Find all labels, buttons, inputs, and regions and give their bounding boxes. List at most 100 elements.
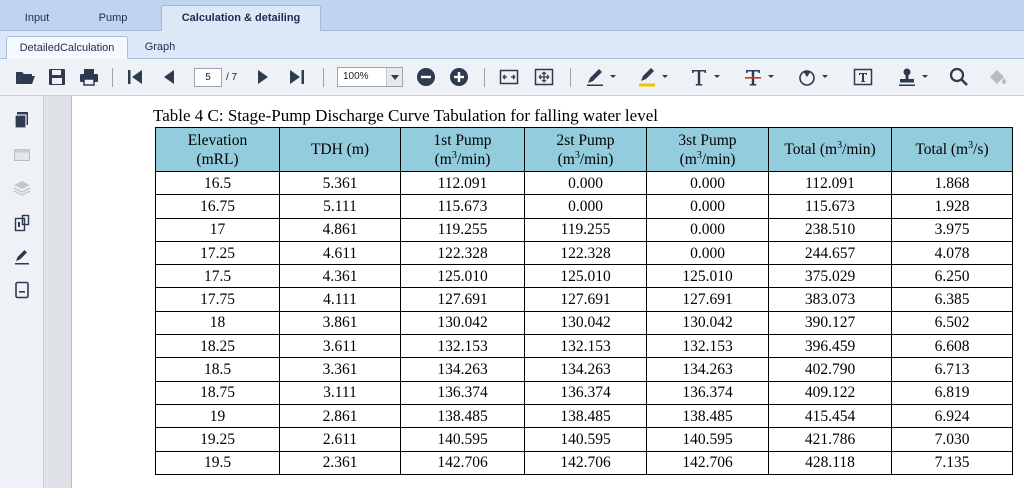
open-folder-icon[interactable] (14, 66, 36, 88)
table-cell: 2.611 (279, 427, 401, 452)
table-cell: 0.000 (646, 170, 769, 196)
text-icon[interactable] (688, 66, 722, 88)
document-icon[interactable] (12, 280, 32, 300)
table-cell: 142.706 (646, 450, 769, 475)
table-cell: 134.263 (524, 357, 647, 382)
table-row: 17.75 4.111 127.691 127.691 127.691 383.073 6.… (155, 287, 1013, 312)
table-cell: 130.042 (524, 310, 647, 336)
fit-page-icon[interactable] (533, 66, 555, 88)
table-cell: 0.000 (524, 194, 647, 219)
fit-width-icon[interactable] (498, 66, 520, 88)
header-1st-pump: 1st Pump (m3/min) (400, 127, 525, 172)
table-cell: 421.786 (768, 427, 892, 452)
table-cell: 119.255 (524, 217, 647, 242)
table-cell: 7.030 (891, 427, 1013, 452)
header-total-min: Total (m3/min) (768, 127, 892, 172)
table-cell: 6.819 (891, 380, 1013, 405)
page-number-input[interactable]: 5 (194, 68, 222, 87)
tab-graph[interactable]: Graph (132, 36, 188, 59)
header-total-s: Total (m3/s) (891, 127, 1013, 172)
table-cell: 125.010 (524, 264, 647, 289)
toolbar: 5 / 7 100% (0, 59, 1024, 96)
chevron-down-icon[interactable] (386, 68, 402, 86)
thumbnails-icon[interactable] (12, 145, 32, 165)
layers-icon[interactable] (12, 178, 32, 198)
table-row: 19.25 2.611 140.595 140.595 140.595 421.786 7.… (155, 427, 1013, 452)
table-cell: 134.263 (400, 357, 525, 382)
save-icon[interactable] (46, 66, 68, 88)
tab-calculation-detailing[interactable]: Calculation & detailing (161, 5, 321, 32)
shape-icon[interactable] (796, 66, 830, 88)
zoom-out-icon[interactable] (415, 66, 437, 88)
table-cell: 3.361 (279, 357, 401, 382)
last-page-icon[interactable] (286, 66, 308, 88)
table-cell: 134.263 (646, 357, 769, 382)
table-cell: 390.127 (768, 310, 892, 336)
attachments-icon[interactable] (12, 213, 32, 233)
table-cell: 18.25 (155, 334, 280, 359)
next-page-icon[interactable] (252, 66, 274, 88)
table-row: 19.5 2.361 142.706 142.706 142.706 428.118 7.1… (155, 450, 1013, 475)
text-box-icon[interactable] (852, 66, 874, 88)
table-cell: 122.328 (524, 240, 647, 266)
table-cell: 6.608 (891, 334, 1013, 359)
tab-detailed-calculation[interactable]: DetailedCalculation (6, 36, 128, 59)
signature-icon[interactable] (12, 247, 32, 267)
table-cell: 0.000 (646, 194, 769, 219)
pen-icon[interactable] (584, 66, 618, 88)
table-row: 18 3.861 130.042 130.042 130.042 390.127 6.502 (155, 310, 1013, 336)
header-elevation: Elevation (mRL) (155, 127, 280, 172)
highlighter-icon[interactable] (636, 66, 670, 88)
print-icon[interactable] (78, 66, 100, 88)
stamp-icon[interactable] (896, 66, 930, 88)
table-cell: 415.454 (768, 403, 892, 429)
table-cell: 402.790 (768, 357, 892, 382)
table-cell: 6.502 (891, 310, 1013, 336)
zoom-select[interactable]: 100% (337, 67, 403, 87)
table-cell: 4.361 (279, 264, 401, 289)
first-page-icon[interactable] (124, 66, 146, 88)
strikethrough-icon[interactable] (742, 66, 776, 88)
header-2st-pump: 2st Pump (m3/min) (524, 127, 647, 172)
table-cell: 2.361 (279, 450, 401, 475)
table-cell: 142.706 (524, 450, 647, 475)
fill-bucket-icon[interactable] (986, 66, 1008, 88)
zoom-in-icon[interactable] (448, 66, 470, 88)
table-caption: Table 4 C: Stage-Pump Discharge Curve Ta… (153, 106, 658, 125)
table-cell: 375.029 (768, 264, 892, 289)
table-cell: 136.374 (646, 380, 769, 405)
table-cell: 19 (155, 403, 280, 429)
toolbar-separator (570, 68, 571, 87)
table-cell: 130.042 (646, 310, 769, 336)
zoom-value: 100% (343, 71, 369, 82)
tab-input[interactable]: Input (6, 6, 68, 31)
table-row: 18.5 3.361 134.263 134.263 134.263 402.790 6.7… (155, 357, 1013, 382)
header-3st-pump: 3st Pump (m3/min) (646, 127, 769, 172)
table-cell: 140.595 (400, 427, 525, 452)
app-window: Input Pump Calculation & detailing Detai… (0, 0, 1024, 488)
table-header-row: Elevation (mRL) TDH (m) 1st Pump (m3/min) … (155, 127, 1013, 172)
table-cell: 238.510 (768, 217, 892, 242)
tab-pump[interactable]: Pump (80, 6, 146, 31)
discharge-table: Elevation (mRL) TDH (m) 1st Pump (m3/min) … (155, 127, 1013, 475)
table-row: 17.25 4.611 122.328 122.328 0.000 244.657 4.07… (155, 240, 1013, 266)
table-cell: 18 (155, 310, 280, 336)
table-cell: 6.924 (891, 403, 1013, 429)
table-cell: 4.611 (279, 240, 401, 266)
table-cell: 6.713 (891, 357, 1013, 382)
table-cell: 244.657 (768, 240, 892, 266)
table-cell: 1.928 (891, 194, 1013, 219)
previous-page-icon[interactable] (158, 66, 180, 88)
table-cell: 132.153 (646, 334, 769, 359)
search-icon[interactable] (948, 66, 970, 88)
table-row: 19 2.861 138.485 138.485 138.485 415.454 6.924 (155, 403, 1013, 429)
pages-icon[interactable] (12, 110, 32, 130)
top-tab-bar: Input Pump Calculation & detailing (0, 0, 1024, 32)
table-cell: 1.868 (891, 170, 1013, 196)
table-cell: 136.374 (524, 380, 647, 405)
table-cell: 17.5 (155, 264, 280, 289)
table-cell: 17.75 (155, 287, 280, 312)
table-cell: 140.595 (524, 427, 647, 452)
table-cell: 140.595 (646, 427, 769, 452)
table-cell: 19.5 (155, 450, 280, 475)
